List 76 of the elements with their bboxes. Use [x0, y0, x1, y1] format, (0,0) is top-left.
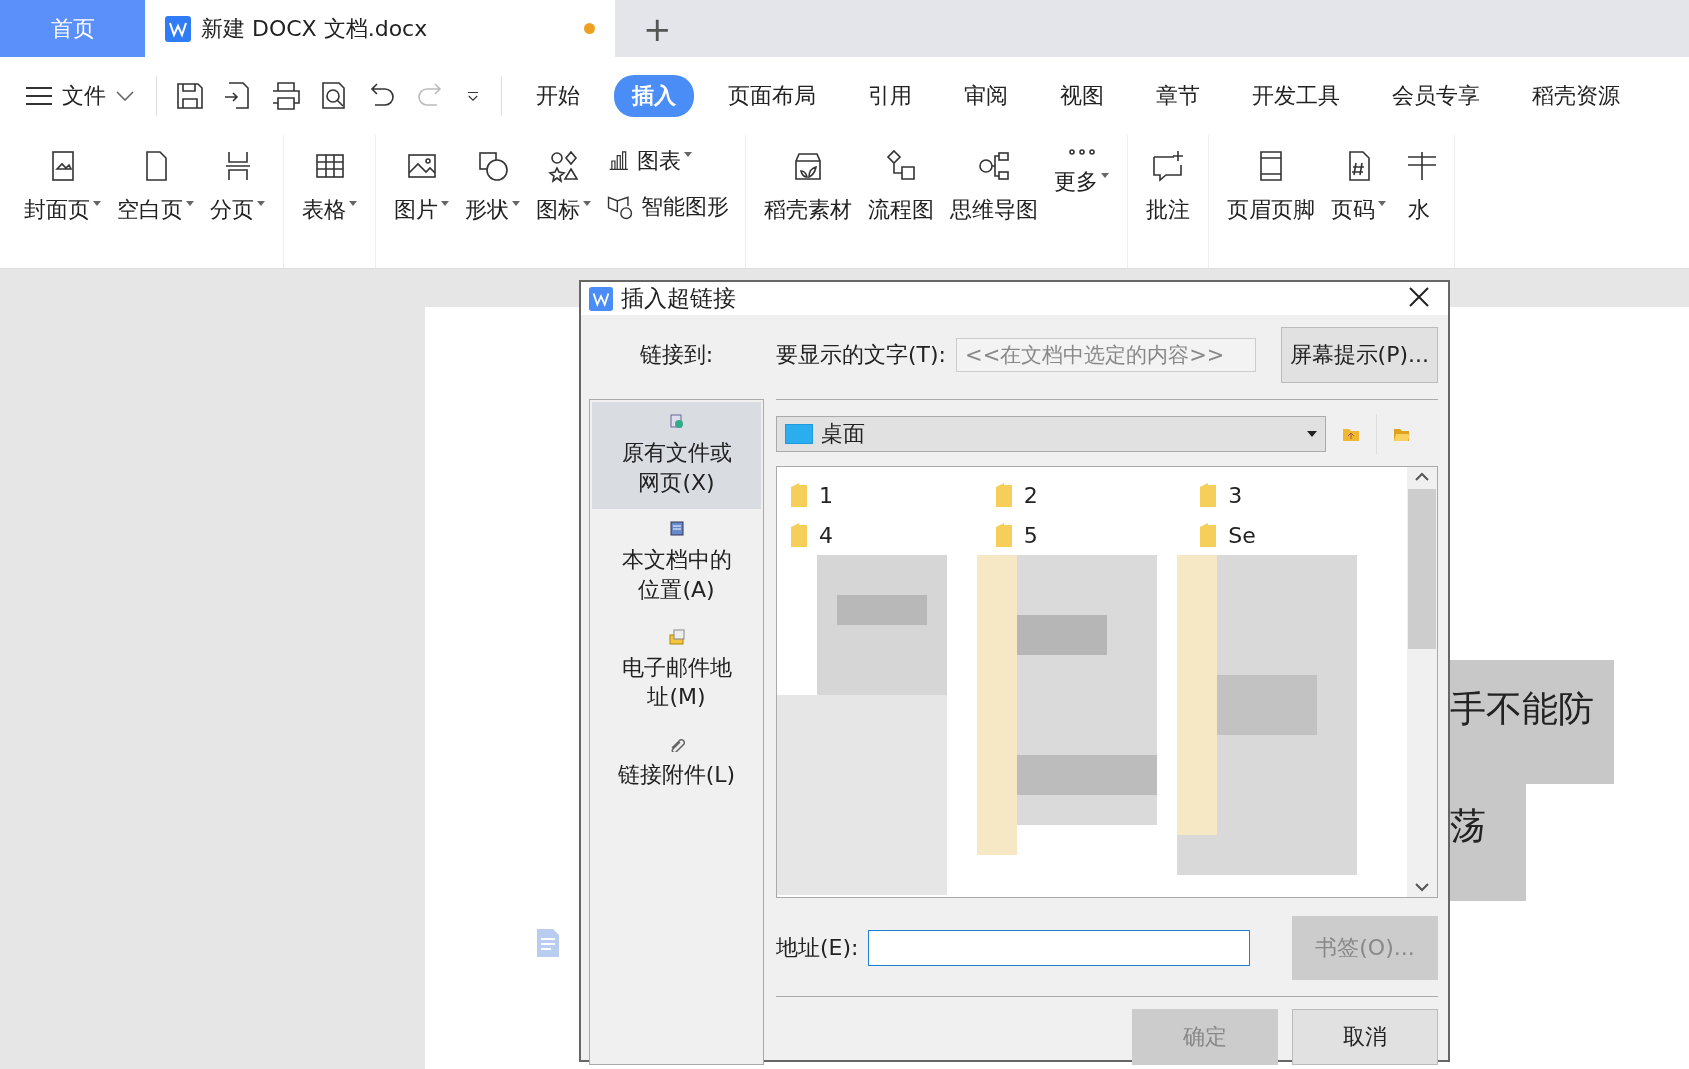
paste-options-icon	[534, 927, 562, 959]
folder-icon	[791, 483, 807, 507]
link-type-item[interactable]: 原有文件或网页(X)	[592, 402, 761, 510]
folder-item[interactable]: 1	[785, 475, 990, 515]
ribbon-button[interactable]: 更多	[1046, 145, 1117, 201]
folder-item[interactable]: 4	[785, 515, 990, 555]
ribbon-button[interactable]: 稻壳素材	[756, 145, 860, 229]
folder-dropdown[interactable]: 桌面	[776, 416, 1326, 452]
folder-icon	[1200, 483, 1217, 507]
writer-logo-icon	[589, 286, 613, 311]
menu-icon	[26, 86, 52, 106]
ribbon-button[interactable]: 封面页	[16, 145, 109, 229]
ribbon-button[interactable]: 批注	[1138, 145, 1198, 229]
folder-icon	[995, 483, 1012, 507]
document-icon	[668, 521, 685, 538]
link-to-label: 链接到:	[639, 341, 714, 369]
ribbon-button[interactable]: 表格	[294, 145, 365, 229]
comment-icon	[1151, 149, 1185, 183]
desktop-icon	[785, 424, 813, 444]
display-text-label: 要显示的文字(T):	[776, 341, 947, 369]
ribbon-button[interactable]: 分页	[202, 145, 273, 229]
ribbon-button[interactable]: 形状	[457, 145, 528, 229]
ribbon-tab[interactable]: 章节	[1138, 75, 1218, 117]
scrollbar[interactable]	[1407, 467, 1437, 897]
scrollbar-thumb[interactable]	[1408, 489, 1436, 649]
ribbon-tab[interactable]: 稻壳资源	[1514, 75, 1638, 117]
ribbon-button[interactable]: 图片	[386, 145, 457, 229]
folder-item[interactable]: Se	[1194, 515, 1399, 555]
ribbon-button[interactable]: 思维导图	[942, 145, 1046, 229]
display-text-field[interactable]: <<在文档中选定的内容>>	[956, 338, 1257, 372]
ribbon-tab[interactable]: 引用	[850, 75, 930, 117]
dialog-title: 插入超链接	[621, 284, 736, 313]
mind-map-icon	[977, 149, 1011, 183]
address-field[interactable]	[868, 930, 1251, 966]
ribbon-button[interactable]: 页码	[1323, 145, 1394, 229]
screen-tip-button[interactable]: 屏幕提示(P)...	[1280, 327, 1438, 383]
writer-logo-icon	[165, 15, 191, 42]
link-type-item[interactable]: 本文档中的位置(A)	[592, 509, 761, 617]
scroll-down-icon[interactable]	[1415, 883, 1429, 893]
folder-icon	[1200, 523, 1217, 547]
ribbon-button[interactable]: 空白页	[109, 145, 202, 229]
scroll-up-icon[interactable]	[1415, 471, 1429, 481]
address-label: 地址(E):	[776, 934, 859, 962]
ribbon-tab[interactable]: 页面布局	[710, 75, 834, 117]
file-menu[interactable]: 文件	[20, 80, 140, 112]
up-folder-icon[interactable]	[1342, 426, 1360, 442]
globe-file-icon	[668, 414, 685, 430]
close-icon	[1408, 286, 1430, 308]
ribbon-button[interactable]: 智能图形	[599, 191, 735, 223]
more-icon	[1067, 149, 1096, 155]
ribbon-tab[interactable]: 开发工具	[1234, 75, 1358, 117]
ribbon-button[interactable]: 图标	[528, 145, 599, 229]
chevron-icon	[116, 91, 134, 101]
ribbon-tab[interactable]: 视图	[1042, 75, 1122, 117]
envelope-icon	[668, 628, 685, 645]
folder-item[interactable]: 5	[989, 515, 1195, 555]
icons-icon	[546, 149, 581, 183]
cancel-button[interactable]: 取消	[1292, 1009, 1438, 1065]
folder-item[interactable]: 3	[1194, 475, 1399, 515]
paperclip-icon	[668, 736, 685, 753]
folder-item[interactable]: 2	[989, 475, 1195, 515]
ribbon-tab[interactable]: 会员专享	[1374, 75, 1498, 117]
document-tab[interactable]: 新建 DOCX 文档.docx	[145, 0, 615, 57]
flowchart-icon	[884, 149, 918, 183]
link-type-item[interactable]: 电子邮件地址(M)	[592, 616, 761, 725]
ribbon-tab[interactable]: 开始	[518, 75, 598, 117]
ribbon-button[interactable]: 图表	[599, 145, 735, 177]
folder-icon	[995, 523, 1012, 547]
dropdown-arrow-icon[interactable]	[1307, 431, 1317, 437]
ribbon-button[interactable]: 页眉页脚	[1219, 145, 1323, 229]
ribbon-tab[interactable]: 审阅	[946, 75, 1026, 117]
link-type-item[interactable]: 链接附件(L)	[592, 724, 761, 802]
folder-icon	[791, 523, 807, 547]
new-tab-button[interactable]: +	[615, 0, 700, 57]
ribbon-button[interactable]: 水	[1394, 145, 1444, 229]
ribbon-button[interactable]: 流程图	[860, 145, 942, 229]
